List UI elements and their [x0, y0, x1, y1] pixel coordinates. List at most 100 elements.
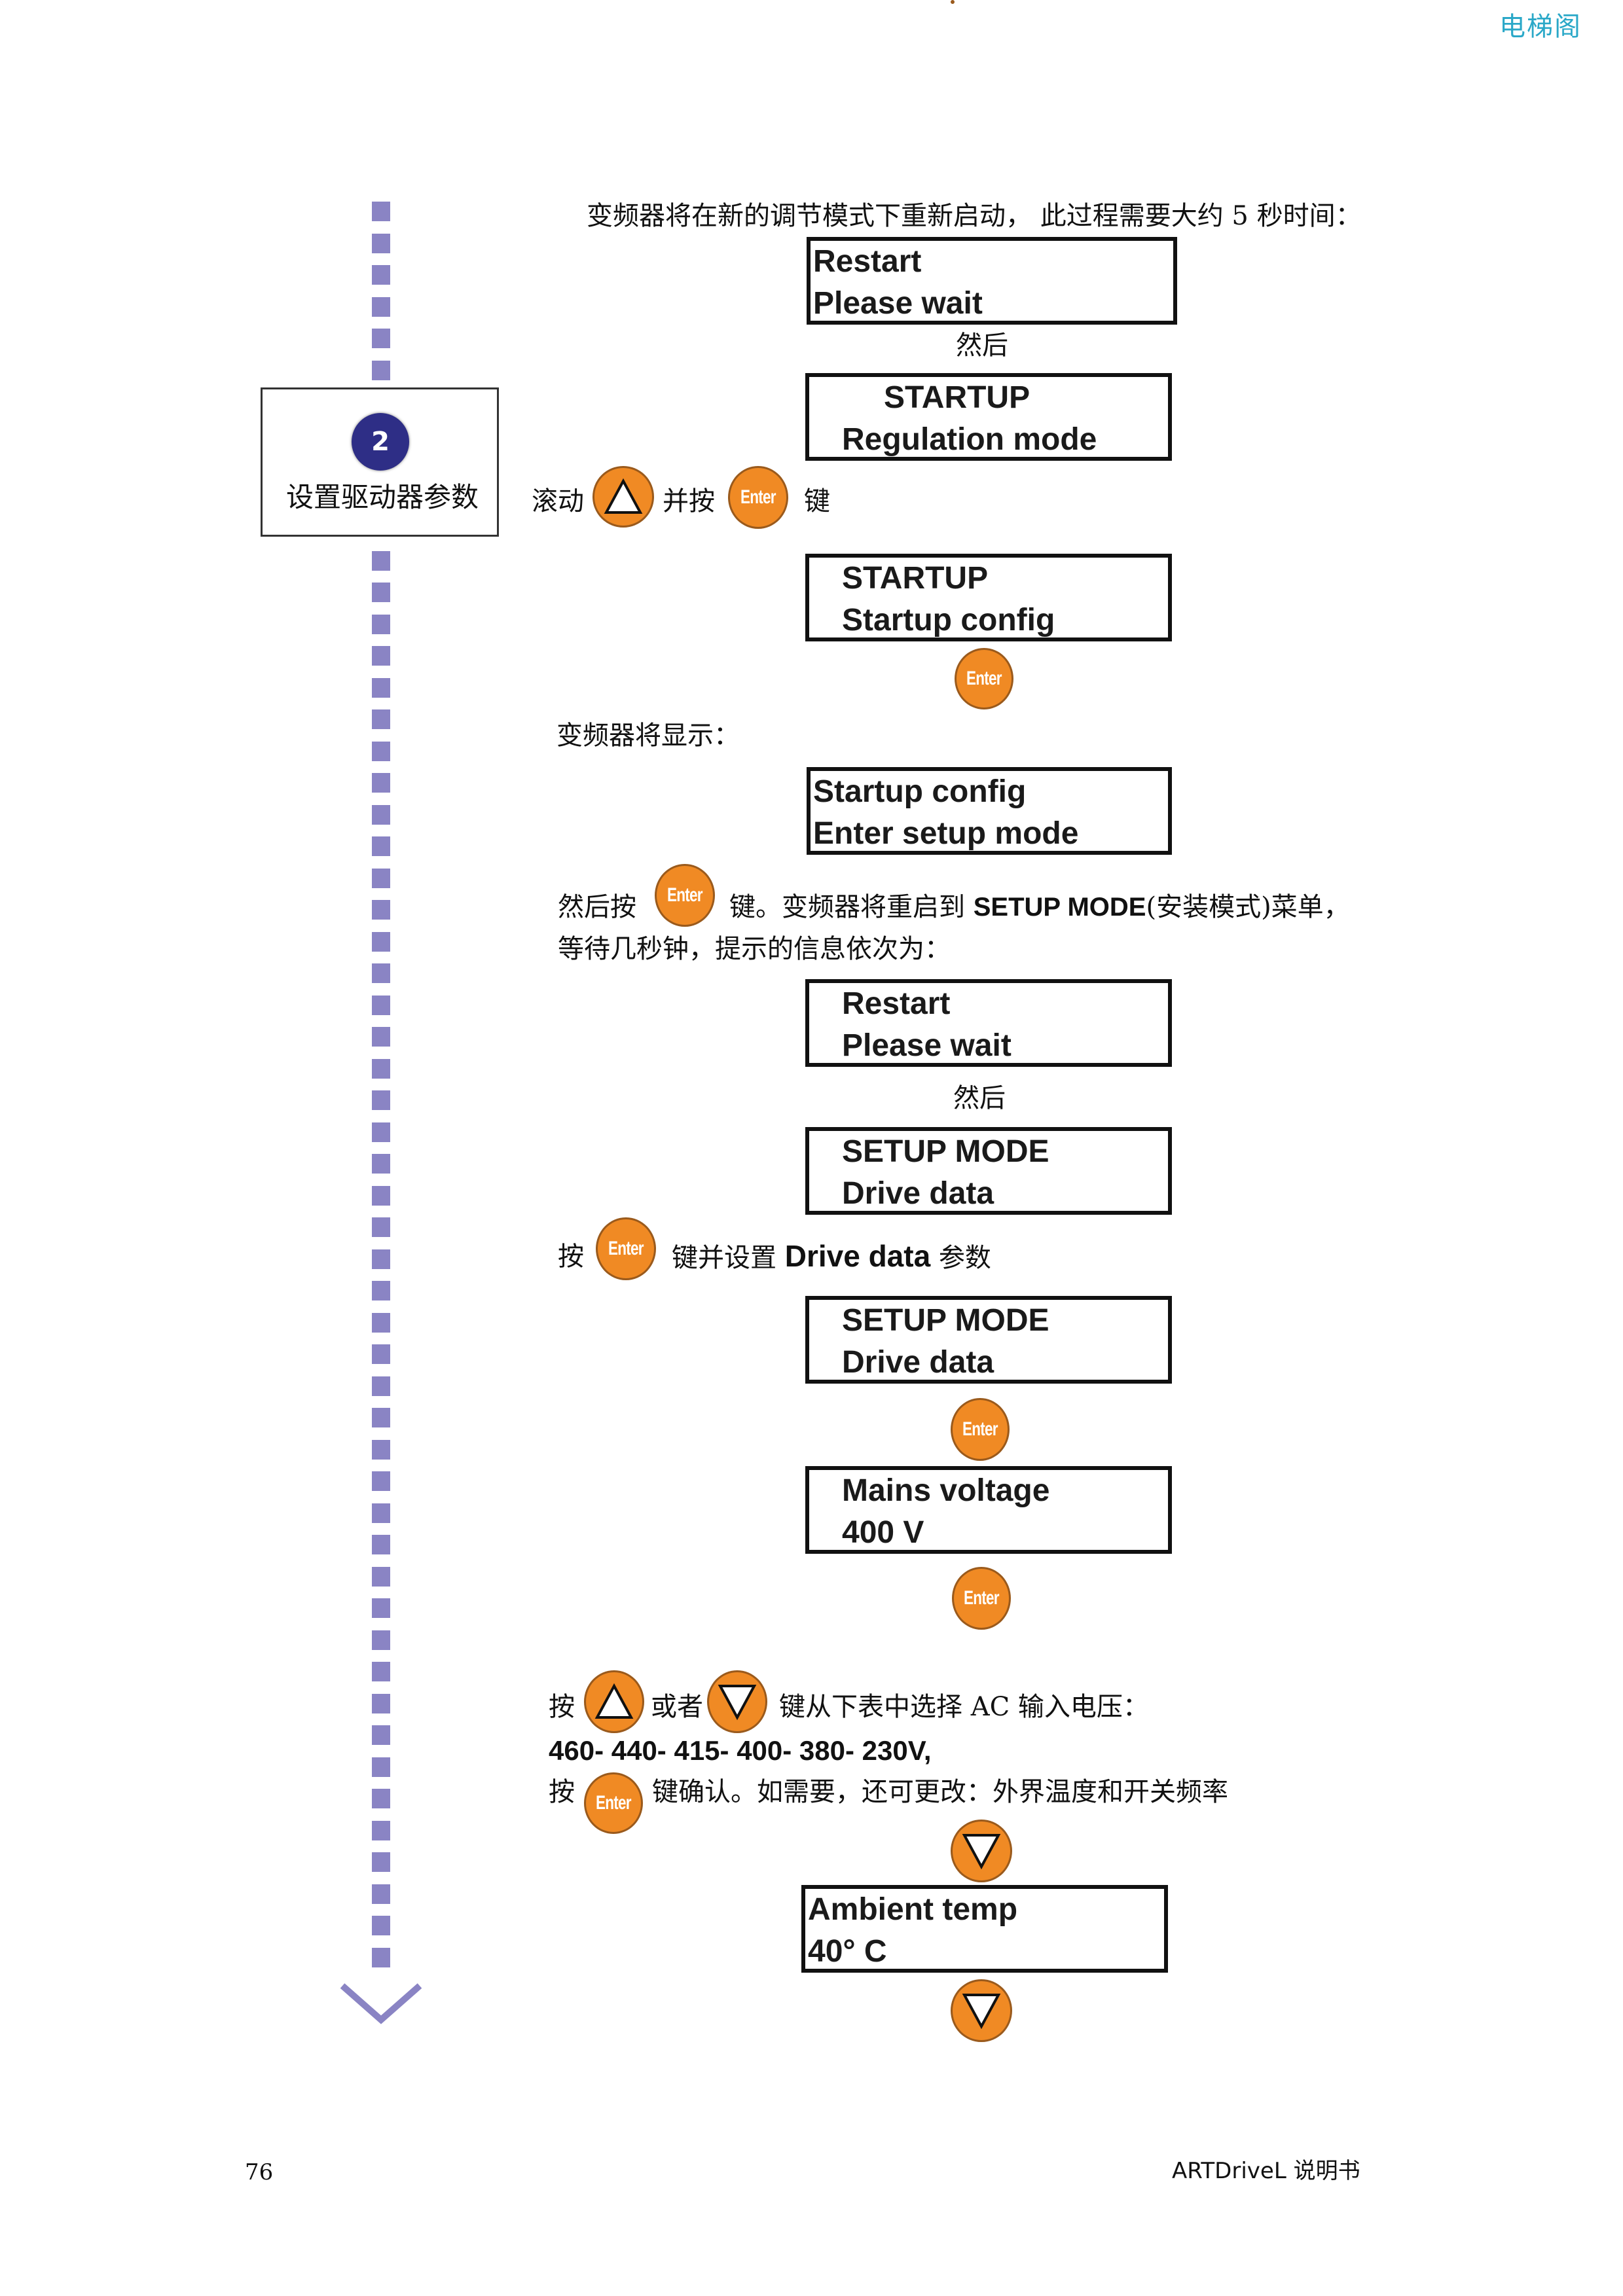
flow-dash [372, 1789, 390, 1808]
lcd-line-2: Startup config [842, 603, 1055, 637]
scroll-text: 滚动 [532, 486, 584, 516]
press-set-suffix: 参数 [930, 1243, 991, 1273]
lcd-line-1: Ambient temp [808, 1892, 1018, 1927]
flow-dash [372, 1249, 390, 1269]
flow-dash [372, 900, 390, 920]
manual-title: ARTDriveL 说明书 [1172, 2158, 1360, 2184]
enter-label: Enter [596, 1792, 632, 1814]
enter-key-button[interactable]: Enter [596, 1217, 656, 1280]
flow-dash [372, 1662, 390, 1681]
flow-dash [372, 1821, 390, 1840]
flow-dash [372, 1598, 390, 1618]
flow-dash [372, 1059, 390, 1079]
lcd-screen-mains-voltage: Mains voltage 400 V [805, 1466, 1172, 1554]
flow-dash [372, 1503, 390, 1523]
flow-dash [372, 1090, 390, 1110]
flow-dash [372, 1694, 390, 1713]
flow-dash [372, 265, 390, 285]
enter-label: Enter [962, 1418, 998, 1440]
lcd-line-1: SETUP MODE [842, 1134, 1049, 1169]
press-set-drive-data-text: 键并设置 Drive data 参数 [672, 1241, 991, 1271]
flow-dash [372, 869, 390, 888]
flow-dash [372, 615, 390, 634]
confirm-text: 键确认。如需要，还可更改：外界温度和开关频率 [652, 1777, 1228, 1807]
press-set-prefix: 键并设置 [672, 1243, 785, 1273]
flow-dash [372, 297, 390, 317]
voltage-options-list: 460- 440- 415- 400- 380- 230V, [549, 1735, 932, 1766]
then-label: 然后 [956, 331, 1008, 361]
flow-dash [372, 1948, 390, 1967]
flow-dash [372, 1852, 390, 1872]
enter-label: Enter [966, 668, 1002, 689]
enter-key-button[interactable]: Enter [952, 1567, 1011, 1630]
setup-mode-bold: SETUP MODE [973, 893, 1146, 922]
flow-dash [372, 1281, 390, 1300]
flow-dash [372, 678, 390, 698]
enter-key-button[interactable]: Enter [584, 1772, 643, 1834]
flow-dash [372, 1471, 390, 1491]
lcd-screen-startup-config: STARTUP Startup config [805, 554, 1172, 641]
spacer [951, 0, 955, 4]
down-key-button[interactable] [707, 1670, 767, 1733]
restart-to-prefix: 键。变频器将重启到 [729, 892, 974, 922]
down-arrow-icon [718, 1685, 757, 1721]
flow-dash [372, 963, 390, 983]
lcd-line-2: 40° C [808, 1934, 887, 1969]
key-text: 键 [804, 486, 830, 516]
lcd-line-2: Enter setup mode [813, 816, 1079, 851]
lcd-line-1: Mains voltage [842, 1473, 1050, 1508]
flow-dash [372, 202, 390, 221]
press-text: 按 [549, 1692, 575, 1722]
up-key-button[interactable] [593, 466, 654, 528]
lcd-screen-setup-drive: SETUP MODE Drive data [805, 1127, 1172, 1215]
lcd-line-1: STARTUP [842, 561, 989, 596]
lcd-line-2: Regulation mode [842, 422, 1097, 457]
enter-label: Enter [740, 486, 776, 508]
enter-key-button[interactable]: Enter [951, 1398, 1010, 1461]
enter-key-button[interactable]: Enter [728, 466, 788, 529]
up-key-button[interactable] [584, 1670, 644, 1733]
lcd-line-2: Please wait [842, 1028, 1012, 1063]
step-box: 2 设置驱动器参数 [261, 387, 499, 537]
wait-seconds-text: 等待几秒钟，提示的信息依次为： [558, 934, 951, 964]
up-arrow-icon [594, 1683, 634, 1719]
step-title: 设置驱动器参数 [286, 481, 479, 513]
flow-dash [372, 1313, 390, 1333]
flow-dash [372, 1916, 390, 1935]
or-text: 或者 [651, 1692, 703, 1722]
flow-dash [372, 709, 390, 729]
lcd-line-2: 400 V [842, 1515, 924, 1550]
watermark: 电梯阁 [1499, 12, 1582, 42]
flow-dash [372, 805, 390, 825]
lcd-line-1: Restart [813, 244, 922, 279]
select-voltage-text: 键从下表中选择 AC 输入电压： [779, 1692, 1149, 1722]
drive-data-bold: Drive data [784, 1239, 931, 1273]
down-arrow-icon [962, 1994, 1001, 2030]
lcd-screen-ambient-temp: Ambient temp 40° C [801, 1885, 1168, 1973]
press-text: 按 [549, 1777, 575, 1807]
enter-key-button[interactable]: Enter [655, 864, 715, 927]
down-key-button[interactable] [951, 1820, 1012, 1882]
lcd-line-1: Startup config [813, 774, 1027, 809]
flow-dash [372, 932, 390, 952]
then-press-text: 然后按 [558, 892, 636, 922]
flow-dash [372, 742, 390, 761]
flow-dash [372, 329, 390, 348]
intro-restart-text: 变频器将在新的调节模式下重新启动， 此过程需要大约 5 秒时间： [587, 201, 1362, 231]
flow-dash [372, 836, 390, 856]
lcd-line-1: STARTUP [884, 380, 1030, 415]
enter-label: Enter [964, 1587, 1000, 1609]
lcd-screen-enter-setup: Startup config Enter setup mode [807, 767, 1172, 855]
up-arrow-icon [604, 478, 643, 514]
enter-key-button[interactable]: Enter [955, 648, 1013, 709]
flow-dash [372, 646, 390, 666]
lcd-line-1: SETUP MODE [842, 1303, 1049, 1338]
flow-dash [372, 234, 390, 253]
flow-dash [372, 1408, 390, 1427]
page-number: 76 [245, 2159, 274, 2185]
restart-to-suffix: (安装模式)菜单， [1146, 892, 1350, 922]
flow-dash [372, 1725, 390, 1745]
down-key-button[interactable] [951, 1979, 1012, 2042]
lcd-screen-setup-drive-2: SETUP MODE Drive data [805, 1296, 1172, 1384]
enter-label: Enter [667, 884, 703, 906]
